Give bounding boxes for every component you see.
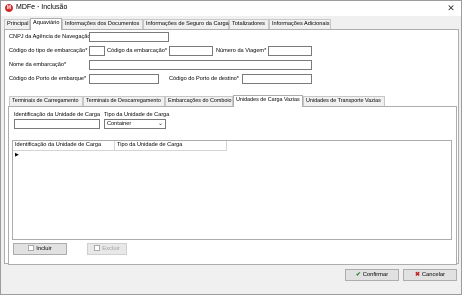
cancelar-label: Cancelar (421, 272, 446, 278)
tab-terminais-descarregamento[interactable]: Terminais de Descarregamento (83, 96, 165, 106)
codigo-embarcacao-label: Código da embarcação* (107, 48, 168, 54)
grid-header: Identificação da Unidade de Carga Tipo d… (13, 141, 227, 151)
tipo-embarcacao-label: Código do tipo de embarcação* (9, 48, 88, 54)
incluir-button[interactable]: Incluir (13, 243, 67, 255)
porto-destino-label: Código do Porto de destino* (169, 76, 239, 82)
aquaviario-panel: CNPJ da Agência de Navegação* Código do … (4, 29, 459, 265)
nome-embarcacao-label: Nome da embarcação* (9, 62, 67, 68)
tab-informacoes-documentos[interactable]: Informações dos Documentos (62, 19, 143, 29)
codigo-embarcacao-field[interactable] (169, 46, 213, 56)
tipo-unidade-selected: Container (107, 121, 132, 127)
incluir-label: Incluir (36, 246, 52, 252)
grid-col-identificacao[interactable]: Identificação da Unidade de Carga (13, 141, 115, 151)
close-icon[interactable]: ✕ (444, 2, 458, 14)
delete-icon (94, 245, 101, 252)
tab-informacoes-seguro[interactable]: Informações de Seguro da Carga (143, 19, 229, 29)
row-indicator-icon: ▶ (15, 152, 19, 158)
cnpj-label: CNPJ da Agência de Navegação* (9, 34, 93, 40)
add-icon (28, 245, 35, 252)
unidades-carga-panel: Identificação da Unidade de Carga Tipo d… (8, 106, 457, 265)
tab-unidades-carga-vazias[interactable]: Unidades de Carga Vazias (233, 95, 303, 107)
numero-viagem-label: Número da Viagem* (216, 48, 267, 54)
porto-embarque-label: Código do Porto de embarque* (9, 76, 87, 82)
mdfe-logo-icon: M (5, 4, 13, 12)
mdfe-window: M MDFe - Inclusão ✕ Principal Aquaviário… (0, 0, 462, 295)
tipo-embarcacao-field[interactable] (89, 46, 105, 56)
nome-embarcacao-field[interactable] (89, 60, 312, 70)
check-icon: ✔ (355, 272, 361, 278)
tab-totalizadores[interactable]: Totalizadores (229, 19, 269, 29)
porto-destino-field[interactable] (242, 74, 312, 84)
confirmar-label: Confirmar (362, 272, 389, 278)
id-unidade-label: Identificação da Unidade de Carga (14, 112, 101, 118)
cancelar-button[interactable]: ✖ Cancelar (403, 269, 457, 281)
tab-principal[interactable]: Principal (4, 19, 30, 29)
chevron-down-icon: ⌄ (157, 121, 163, 127)
excluir-label: Excluir (102, 246, 120, 252)
cnpj-field[interactable] (89, 32, 169, 42)
confirmar-button[interactable]: ✔ Confirmar (345, 269, 399, 281)
tab-informacoes-adicionais[interactable]: Informações Adicionais (269, 19, 331, 29)
tab-terminais-carregamento[interactable]: Terminais de Carregamento (9, 96, 83, 106)
unidades-grid[interactable]: Identificação da Unidade de Carga Tipo d… (12, 140, 452, 240)
tab-embarcacoes-comboio[interactable]: Embarcações do Comboio (165, 96, 233, 106)
numero-viagem-field[interactable] (268, 46, 312, 56)
tab-unidades-transporte-vazias[interactable]: Unidades de Transporte Vazias (303, 96, 385, 106)
cancel-icon: ✖ (414, 272, 420, 278)
tipo-unidade-label: Tipo da Unidade de Carga (104, 112, 170, 118)
porto-embarque-field[interactable] (89, 74, 159, 84)
id-unidade-field[interactable] (14, 119, 100, 129)
tipo-unidade-select[interactable]: Container ⌄ (104, 119, 166, 129)
grid-col-tipo[interactable]: Tipo da Unidade de Carga (115, 141, 227, 151)
tab-aquaviario[interactable]: Aquaviário (30, 18, 62, 30)
title-bar: M MDFe - Inclusão ✕ (1, 1, 461, 16)
window-title: MDFe - Inclusão (16, 4, 68, 11)
excluir-button: Excluir (87, 243, 127, 255)
